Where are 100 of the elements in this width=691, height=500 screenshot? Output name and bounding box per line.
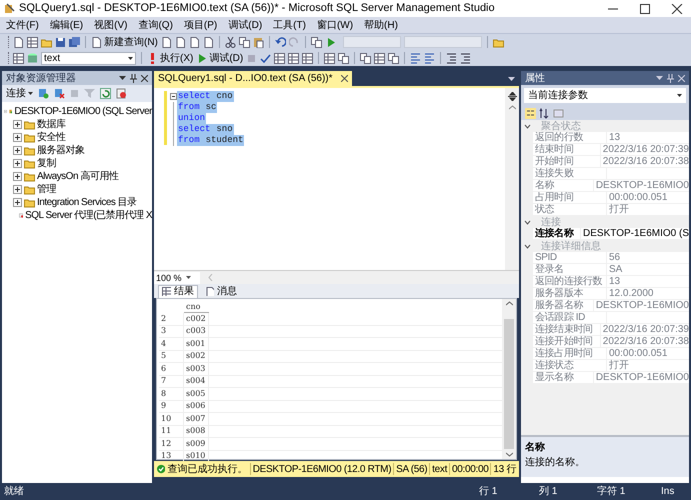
tree-item[interactable]: 安全性 — [37, 130, 66, 145]
scrollbar-thumb[interactable] — [504, 319, 514, 449]
status-server: DESKTOP-1E6MIO0 (12.0 RTM) — [252, 462, 392, 476]
document-tab[interactable]: SQLQuery1.sql - D...IO0.text (SA (56))* — [154, 71, 352, 86]
comment-icon[interactable] — [424, 52, 436, 64]
table-cell: s005 — [184, 388, 209, 400]
folder-icon — [24, 145, 35, 156]
row-number: 12 — [159, 438, 184, 450]
menu-item[interactable]: 查询(Q) — [136, 18, 175, 32]
execute-button[interactable]: 执行(X) — [147, 50, 194, 66]
refresh-icon[interactable] — [100, 88, 111, 99]
table-cell: s006 — [184, 400, 209, 412]
tree-item[interactable]: SQL Server 代理(已禁用代理 X — [25, 208, 152, 223]
scroll-up-icon[interactable] — [508, 105, 516, 110]
connect-button[interactable]: 连接 — [6, 86, 33, 101]
menu-item[interactable]: 文件(F) — [4, 18, 41, 32]
expand-icon[interactable] — [13, 133, 22, 142]
dropdown-icon[interactable] — [656, 75, 663, 81]
menu-item[interactable]: 帮助(H) — [362, 18, 400, 32]
grid-icon[interactable] — [374, 52, 386, 64]
tree-item[interactable]: 复制 — [37, 156, 56, 171]
row-number: 4 — [159, 338, 184, 350]
indent-icon[interactable] — [446, 52, 458, 64]
results-tab[interactable]: 结果 — [158, 284, 198, 298]
server-icon[interactable] — [13, 52, 24, 64]
panel-title: 对象资源管理器 — [6, 72, 76, 86]
menu-item[interactable]: 视图(V) — [92, 18, 130, 32]
menu-item[interactable]: 编辑(E) — [48, 18, 86, 32]
close-icon[interactable] — [671, 4, 683, 14]
query-editor[interactable]: select cno from sc union select sno from student — [154, 86, 519, 270]
paste-icon[interactable] — [252, 36, 264, 48]
property-name[interactable]: 显示名称 — [533, 372, 594, 384]
sort-alphabetical-icon[interactable] — [539, 108, 550, 118]
indent-icon[interactable] — [460, 52, 472, 64]
save-all-icon[interactable] — [69, 36, 80, 48]
cut-icon[interactable] — [224, 36, 236, 48]
expand-icon[interactable] — [13, 120, 22, 129]
copy-icon[interactable] — [310, 36, 322, 48]
database-combobox[interactable]: text — [41, 52, 136, 64]
copy-icon[interactable] — [338, 52, 350, 64]
results-grid[interactable]: cno 2 c002 3 c003 4 s001 5 s002 6 s003 7 s004 8 s005 9 s006 10 s007 11 s008 12 s009 13 s010 — [156, 298, 517, 460]
table-cell: s001 — [184, 338, 209, 350]
close-icon[interactable] — [340, 75, 348, 82]
collapse-icon[interactable] — [170, 93, 177, 100]
grid-icon[interactable] — [302, 52, 314, 64]
undo-icon[interactable] — [274, 36, 286, 48]
table-cell: s007 — [184, 412, 209, 425]
server-connect-icon[interactable] — [38, 88, 49, 99]
dropdown-icon[interactable] — [119, 75, 126, 81]
close-icon[interactable] — [141, 74, 148, 82]
expand-icon[interactable] — [13, 198, 22, 207]
tree-item[interactable]: AlwaysOn 高可用性 — [37, 169, 118, 184]
folder-icon — [24, 184, 35, 195]
expand-icon[interactable] — [13, 146, 22, 155]
save-icon[interactable] — [55, 36, 66, 48]
document-icon[interactable] — [202, 36, 214, 48]
menu-item[interactable]: 调试(D) — [226, 18, 264, 32]
tree-item[interactable]: 管理 — [37, 182, 56, 197]
object-selector[interactable]: 当前连接参数 — [524, 88, 686, 103]
document-icon[interactable] — [174, 36, 186, 48]
server-disconnect-icon[interactable] — [54, 88, 65, 99]
grid-icon[interactable] — [274, 52, 286, 64]
status-time: 00:00:00 — [452, 462, 488, 476]
results-tab[interactable]: 消息 — [202, 284, 240, 298]
tree-item[interactable]: Integration Services 目录 — [37, 195, 137, 210]
split-icon[interactable] — [508, 92, 516, 101]
activity-monitor-icon[interactable] — [116, 88, 127, 99]
status-database: text — [432, 462, 448, 476]
zoom-combobox[interactable]: 100 % — [154, 272, 200, 284]
tree-item[interactable]: DESKTOP-1E6MIO0 (SQL Server — [14, 104, 152, 119]
tree-item[interactable]: 数据库 — [37, 117, 66, 132]
menu-item[interactable]: 工具(T) — [271, 18, 308, 32]
row-number: 5 — [159, 350, 184, 362]
grid-icon[interactable] — [324, 52, 336, 64]
document-icon[interactable] — [188, 36, 200, 48]
copy-icon[interactable] — [360, 52, 372, 64]
check-icon[interactable] — [260, 52, 272, 64]
categorized-icon[interactable] — [525, 108, 536, 118]
new-query-button[interactable]: 新建查询(N) — [91, 34, 158, 50]
grid-icon[interactable] — [288, 52, 300, 64]
tree-item[interactable]: 服务器对象 — [37, 143, 84, 158]
app-icon — [4, 3, 15, 14]
expand-icon[interactable] — [13, 172, 22, 181]
new-project-icon[interactable] — [13, 36, 24, 48]
menu-item[interactable]: 项目(P) — [182, 18, 220, 32]
debug-button[interactable]: 调试(D) — [196, 50, 244, 66]
copy-icon[interactable] — [388, 52, 400, 64]
add-item-icon[interactable] — [27, 36, 38, 48]
grid-icon — [162, 287, 171, 296]
comment-icon[interactable] — [410, 52, 422, 64]
expand-icon[interactable] — [13, 159, 22, 168]
pin-icon[interactable] — [130, 74, 137, 82]
menu-item[interactable]: 窗口(W) — [314, 18, 356, 32]
dropdown-icon — [677, 94, 682, 97]
expand-icon[interactable] — [13, 185, 22, 194]
dropdown-icon[interactable] — [508, 77, 515, 82]
document-icon[interactable] — [160, 36, 172, 48]
maximize-icon[interactable] — [639, 4, 651, 14]
table-cell: c003 — [184, 325, 209, 338]
copy-icon[interactable] — [238, 36, 250, 48]
